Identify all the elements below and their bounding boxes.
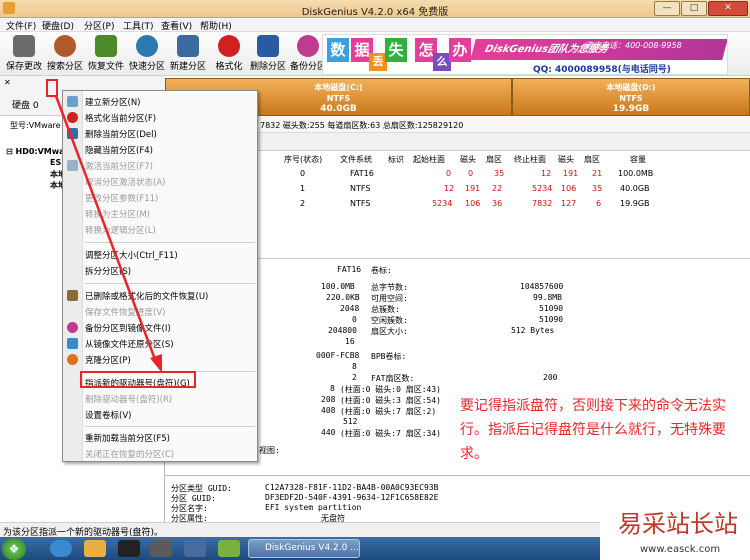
- explorer-icon[interactable]: [84, 540, 106, 557]
- watermark-url: www.easck.com: [640, 544, 721, 555]
- watermark: 易采站长站 www.easck.com: [600, 500, 750, 560]
- start-button[interactable]: ❖: [2, 538, 26, 560]
- red-arrow-head: [150, 354, 162, 373]
- media-icon[interactable]: [218, 540, 240, 557]
- red-arrow-line: [54, 95, 158, 363]
- ie-icon[interactable]: [50, 540, 72, 557]
- taskbar-diskgenius[interactable]: DiskGenius V4.2.0 ...: [248, 539, 360, 558]
- arrow-overlay: [54, 95, 162, 373]
- app-icon[interactable]: [150, 540, 172, 557]
- network-icon[interactable]: [184, 540, 206, 557]
- watermark-text: 易采站长站: [618, 510, 738, 538]
- cmd-icon[interactable]: [118, 540, 140, 557]
